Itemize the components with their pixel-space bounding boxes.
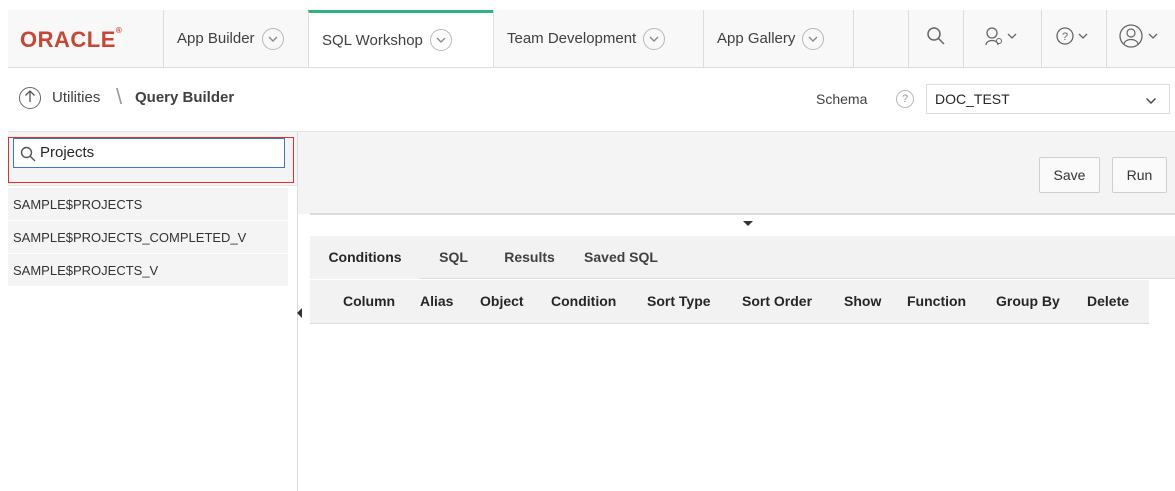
- admin-menu-button[interactable]: [963, 10, 1041, 67]
- schema-help-icon[interactable]: ?: [896, 90, 914, 108]
- column-header: Alias: [420, 293, 454, 309]
- tab-label: App Gallery: [717, 30, 796, 47]
- help-icon: ?: [1056, 26, 1092, 51]
- help-glyph: ?: [901, 93, 909, 105]
- tab-label: Results: [504, 249, 555, 265]
- column-header: Object: [480, 293, 524, 309]
- user-avatar-icon: [1119, 24, 1163, 53]
- breadcrumb-utilities-link[interactable]: Utilities: [52, 89, 100, 106]
- collapse-left-arrow-icon[interactable]: [297, 308, 302, 318]
- column-header: Sort Type: [647, 293, 711, 309]
- tab-label: SQL Workshop: [322, 31, 423, 49]
- page-title: Query Builder: [135, 89, 235, 106]
- help-menu-button[interactable]: ?: [1041, 10, 1106, 67]
- chevron-down-icon[interactable]: [643, 27, 666, 50]
- tab-sql-workshop[interactable]: SQL Workshop: [308, 10, 493, 67]
- column-header: Sort Order: [742, 293, 813, 309]
- breadcrumb-bar: Utilities \ Query Builder Schema ? DOC_T…: [8, 68, 1175, 132]
- list-item[interactable]: SAMPLE$PROJECTS: [8, 188, 288, 221]
- tab-label: App Builder: [177, 30, 255, 47]
- object-search-input[interactable]: [40, 144, 275, 161]
- run-label: Run: [1126, 167, 1153, 183]
- column-header: Delete: [1087, 293, 1130, 309]
- column-header: Condition: [551, 293, 617, 309]
- logo-text: ORACLE: [20, 27, 116, 52]
- tab-team-development[interactable]: Team Development: [493, 10, 703, 67]
- object-browser-panel: SAMPLE$PROJECTS SAMPLE$PROJECTS_COMPLETE…: [8, 132, 298, 491]
- tab-label: SQL: [439, 249, 468, 265]
- query-toolbar: Save Run: [298, 132, 1175, 214]
- schema-selected-value: DOC_TEST: [935, 91, 1010, 107]
- tab-results[interactable]: Results: [487, 236, 572, 279]
- tab-app-builder[interactable]: App Builder: [163, 10, 308, 67]
- tab-sql[interactable]: SQL: [420, 236, 487, 279]
- column-header: Column: [343, 293, 396, 309]
- breadcrumb-separator: \: [116, 84, 123, 109]
- up-arrow-button[interactable]: [19, 87, 41, 109]
- chevron-down-icon[interactable]: [429, 29, 452, 51]
- save-label: Save: [1053, 167, 1086, 183]
- nav-spacer: [853, 10, 908, 67]
- tab-label: Saved SQL: [584, 249, 658, 265]
- list-item[interactable]: SAMPLE$PROJECTS_V: [8, 254, 288, 287]
- conditions-table-header: Column Alias Object Condition Sort Type …: [310, 280, 1149, 324]
- chevron-down-icon: [1145, 94, 1157, 112]
- schema-label: Schema: [816, 91, 868, 107]
- search-icon: [926, 26, 946, 51]
- arrow-up-icon: [24, 89, 36, 108]
- object-list: SAMPLE$PROJECTS SAMPLE$PROJECTS_COMPLETE…: [8, 188, 288, 287]
- list-item[interactable]: SAMPLE$PROJECTS_COMPLETED_V: [8, 221, 288, 254]
- save-button[interactable]: Save: [1039, 157, 1100, 193]
- search-button[interactable]: [908, 10, 963, 67]
- horizontal-splitter[interactable]: [310, 213, 1175, 215]
- svg-text:?: ?: [1062, 31, 1068, 43]
- column-header: Function: [907, 293, 967, 309]
- query-tabs: Conditions SQL Results Saved SQL: [310, 236, 1175, 279]
- tab-saved-sql[interactable]: Saved SQL: [572, 236, 670, 279]
- chevron-down-icon[interactable]: [802, 27, 825, 50]
- top-navigation: ORACLE® App Builder SQL Workshop Team De…: [8, 10, 1175, 68]
- tab-label: Conditions: [328, 249, 402, 265]
- object-search-area: [8, 132, 297, 186]
- tab-label: Team Development: [507, 30, 637, 47]
- run-button[interactable]: Run: [1112, 157, 1167, 193]
- chevron-down-icon[interactable]: [261, 27, 284, 50]
- schema-select[interactable]: DOC_TEST: [926, 84, 1170, 114]
- column-header: Group By: [996, 293, 1060, 309]
- collapse-down-arrow-icon[interactable]: [743, 221, 753, 226]
- tab-app-gallery[interactable]: App Gallery: [703, 10, 853, 67]
- tab-conditions[interactable]: Conditions: [310, 236, 420, 279]
- user-menu-button[interactable]: [1106, 10, 1175, 67]
- admin-user-icon: [984, 26, 1022, 51]
- column-header: Show: [844, 293, 882, 309]
- oracle-logo[interactable]: ORACLE®: [20, 26, 122, 53]
- window-top-edge: [0, 0, 1175, 10]
- object-search-field[interactable]: [13, 138, 285, 168]
- window-left-edge: [0, 10, 8, 491]
